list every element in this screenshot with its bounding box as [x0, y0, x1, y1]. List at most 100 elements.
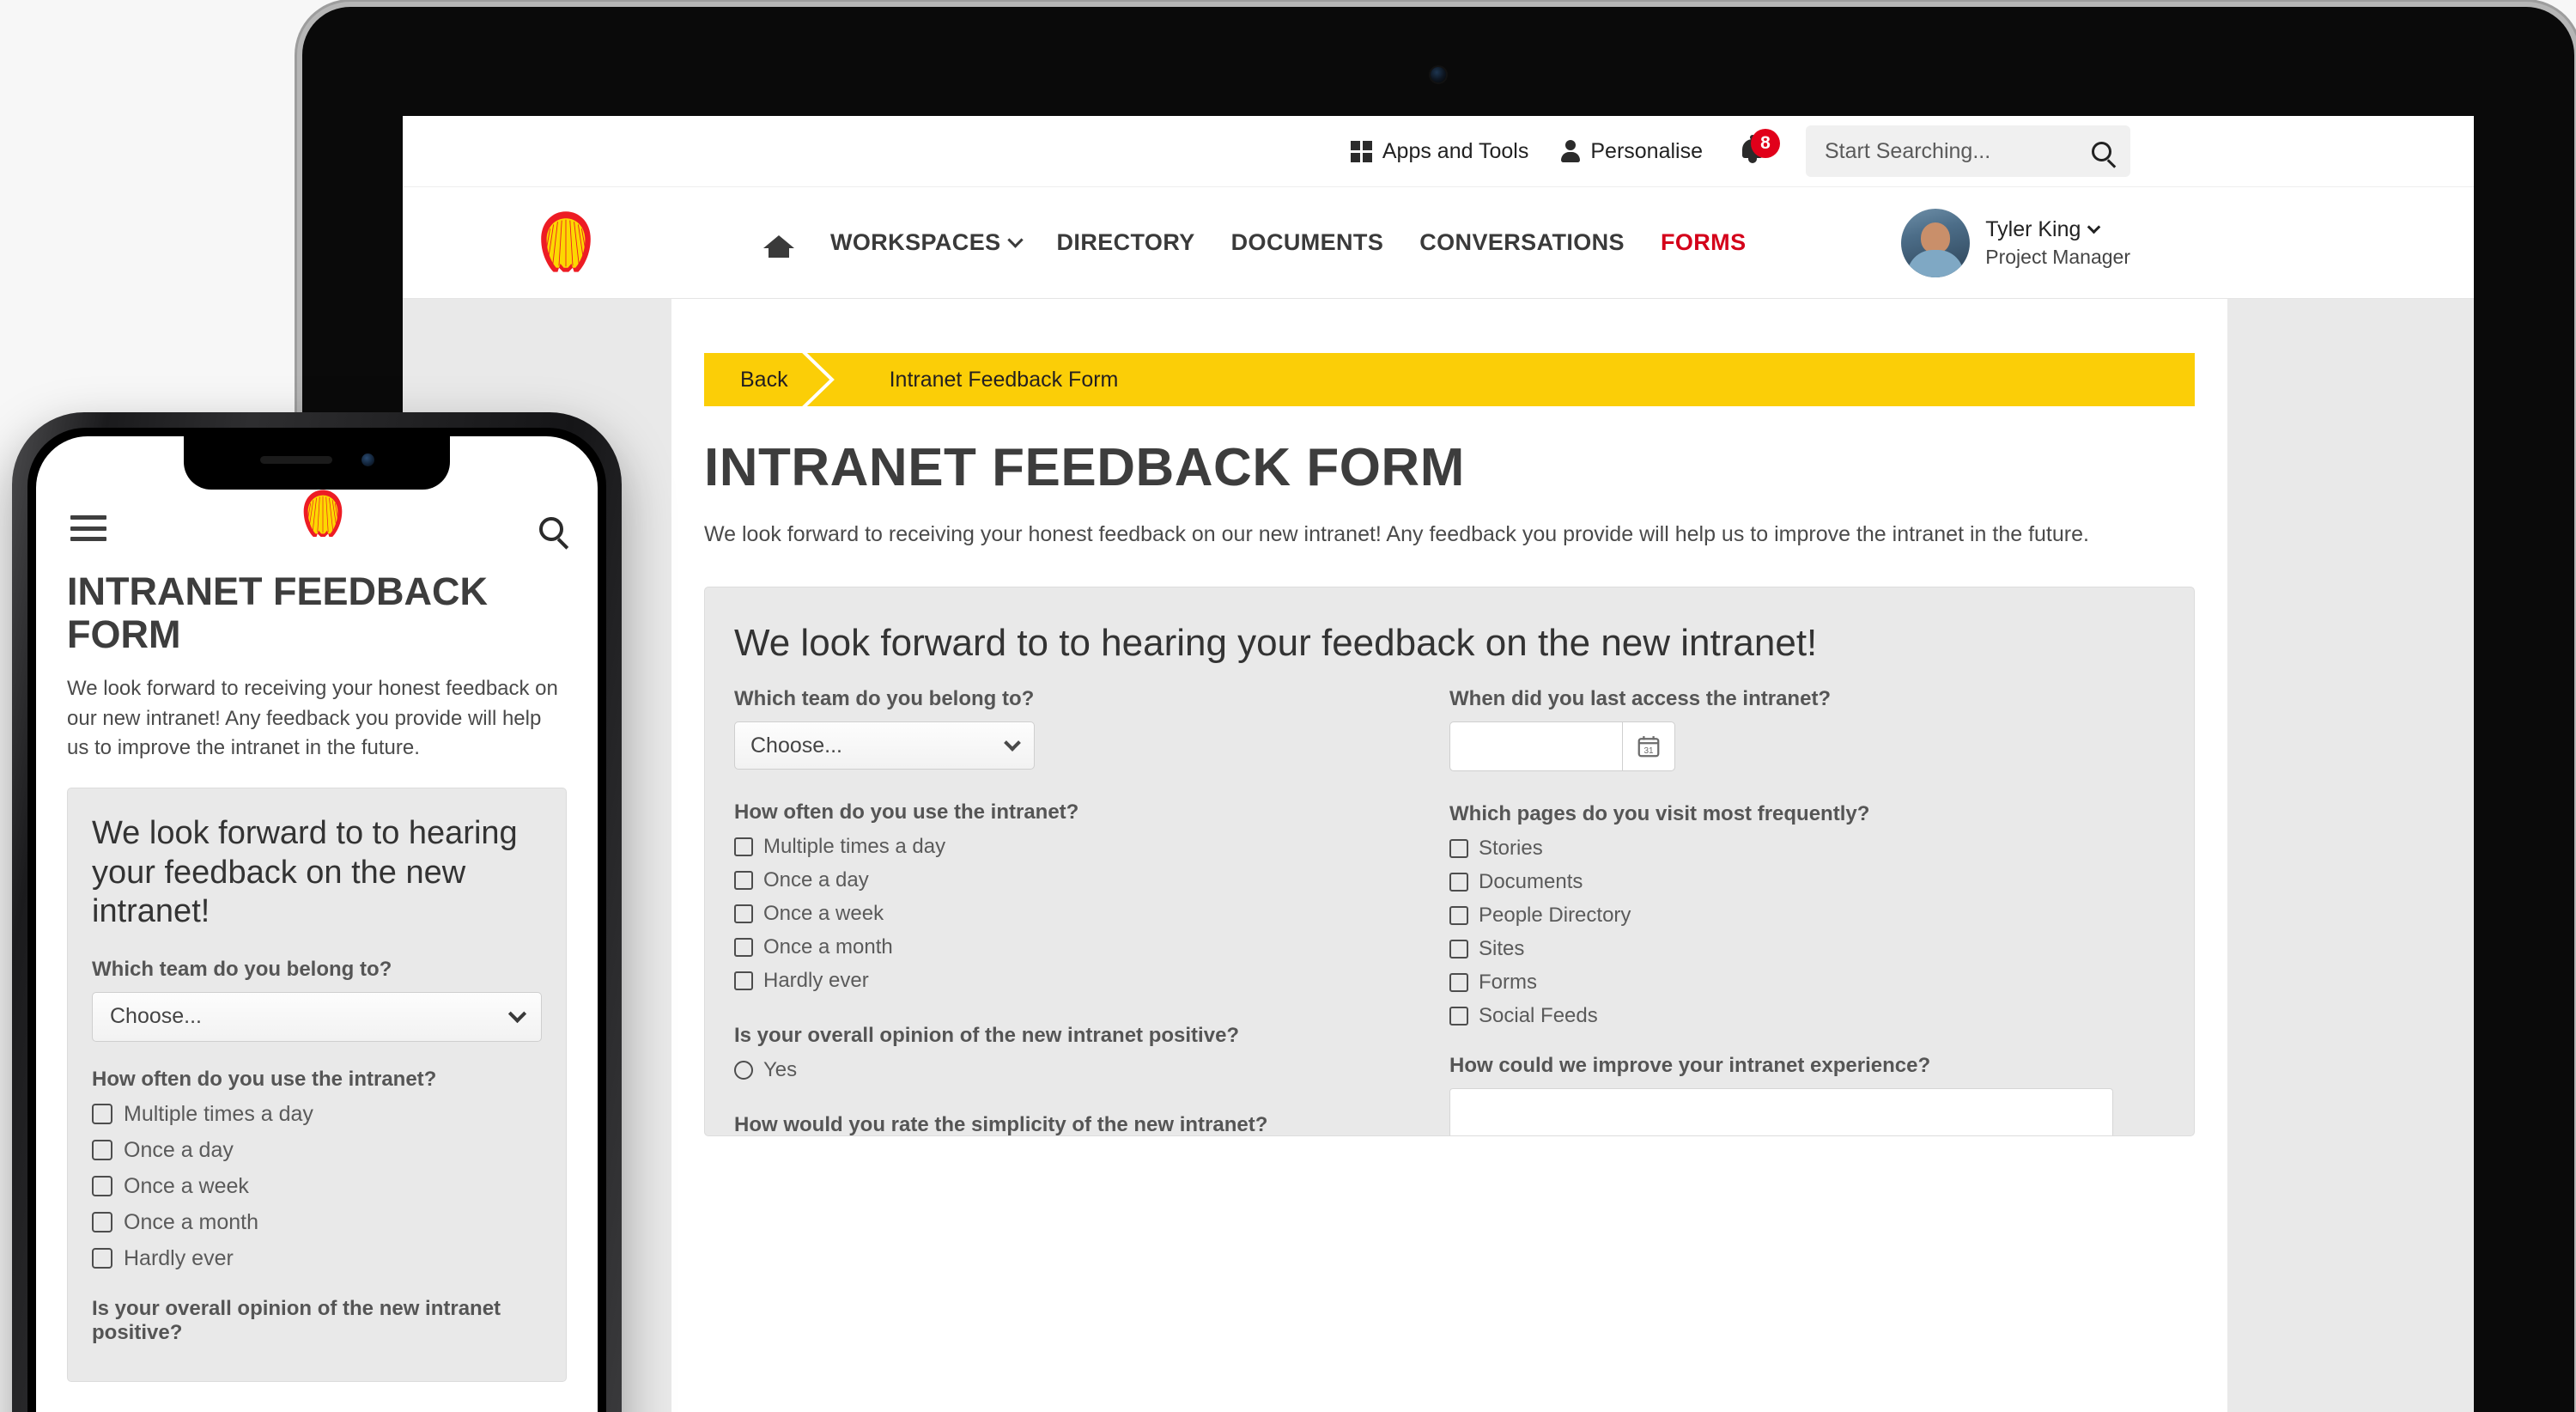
checkbox-row[interactable]: Stories	[1449, 837, 2113, 861]
checkbox-icon[interactable]	[734, 904, 753, 923]
checkbox-row[interactable]: Hardly ever	[734, 969, 1398, 993]
mobile-label-opinion: Is your overall opinion of the new intra…	[92, 1296, 501, 1344]
checkbox-label: People Directory	[1479, 904, 1631, 927]
checkbox-icon[interactable]	[92, 1212, 112, 1233]
checkbox-label: Multiple times a day	[124, 1101, 313, 1126]
user-name: Tyler King	[1985, 216, 2081, 241]
checkbox-icon[interactable]	[92, 1248, 112, 1269]
checkbox-label: Documents	[1479, 870, 1583, 893]
hamburger-menu-icon[interactable]	[70, 515, 106, 541]
checkbox-row[interactable]: Sites	[1449, 937, 2113, 961]
checkbox-row[interactable]: Multiple times a day	[92, 1102, 542, 1127]
personalise-button[interactable]: Personalise	[1561, 139, 1703, 164]
checkbox-row[interactable]: Once a month	[92, 1210, 542, 1235]
mobile-form-heading: We look forward to to hearing your feedb…	[92, 815, 518, 930]
mobile-label-team: Which team do you belong to?	[92, 957, 392, 981]
form-heading: We look forward to to hearing your feedb…	[734, 622, 1818, 664]
nav-link-documents[interactable]: DOCUMENTS	[1231, 229, 1384, 256]
checkbox-label: Once a month	[763, 935, 893, 959]
checkbox-label: Once a day	[763, 868, 869, 892]
home-icon[interactable]	[763, 228, 794, 258]
notifications-badge: 8	[1751, 129, 1780, 158]
checkbox-row[interactable]: Once a day	[92, 1138, 542, 1163]
checkbox-label: Social Feeds	[1479, 1004, 1598, 1027]
radio-icon[interactable]	[734, 1061, 753, 1080]
main-navigation: WORKSPACES DIRECTORY DOCUMENTS CONVERSAT…	[403, 187, 2474, 299]
checkbox-row[interactable]: Once a week	[734, 902, 1398, 926]
chevron-down-icon	[507, 1005, 527, 1024]
checkbox-row[interactable]: Forms	[1449, 971, 2113, 995]
checkbox-label: Hardly ever	[763, 969, 869, 992]
apps-grid-icon	[1350, 140, 1372, 162]
last-access-date-field[interactable]: 31	[1449, 721, 1675, 771]
label-pages: Which pages do you visit most frequently…	[1449, 802, 1870, 825]
checkbox-icon[interactable]	[1449, 1007, 1468, 1026]
checkbox-row[interactable]: Once a week	[92, 1174, 542, 1199]
checkbox-icon[interactable]	[734, 837, 753, 856]
nav-link-conversations[interactable]: CONVERSATIONS	[1419, 229, 1625, 256]
shell-logo-icon[interactable]	[532, 209, 600, 277]
checkbox-row[interactable]: Once a month	[734, 935, 1398, 959]
checkbox-row[interactable]: Social Feeds	[1449, 1004, 2113, 1028]
checkbox-icon[interactable]	[734, 971, 753, 990]
checkbox-icon[interactable]	[1449, 940, 1468, 959]
nav-link-directory[interactable]: DIRECTORY	[1057, 229, 1195, 256]
apps-and-tools-button[interactable]: Apps and Tools	[1350, 139, 1528, 164]
shell-logo-icon[interactable]	[296, 488, 349, 541]
person-icon	[1561, 140, 1581, 162]
mobile-page-intro: We look forward to receiving your honest…	[67, 676, 558, 760]
checkbox-icon[interactable]	[92, 1176, 112, 1197]
page-content: Back Intranet Feedback Form INTRANET FEE…	[671, 299, 2227, 1412]
tablet-screen: Apps and Tools Personalise 8 Start Searc…	[403, 116, 2474, 1412]
screenshot-stage: Apps and Tools Personalise 8 Start Searc…	[0, 0, 2576, 1412]
chevron-down-icon	[1006, 232, 1024, 248]
checkbox-icon[interactable]	[92, 1104, 112, 1125]
checkbox-icon[interactable]	[1449, 839, 1468, 858]
checkbox-icon[interactable]	[734, 938, 753, 957]
improve-textarea[interactable]	[1449, 1088, 2113, 1135]
checkbox-icon[interactable]	[1449, 973, 1468, 992]
checkbox-label: Once a day	[124, 1137, 234, 1162]
breadcrumb-back-link[interactable]: Back	[704, 368, 788, 393]
front-camera-icon	[361, 453, 374, 466]
utility-bar: Apps and Tools Personalise 8 Start Searc…	[403, 116, 2474, 187]
checkbox-row[interactable]: Once a day	[734, 868, 1398, 892]
search-icon[interactable]	[2092, 141, 2111, 161]
checkbox-label: Forms	[1479, 971, 1537, 994]
checkbox-label: Stories	[1479, 837, 1543, 860]
pages-checkbox-group: Stories Documents People Directory Sites…	[1449, 837, 2113, 1028]
checkbox-icon[interactable]	[1449, 906, 1468, 925]
mobile-frequency-checkbox-group: Multiple times a day Once a day Once a w…	[92, 1102, 542, 1271]
radio-label: Yes	[763, 1058, 798, 1081]
team-select[interactable]: Choose...	[734, 721, 1035, 770]
radio-row[interactable]: Yes	[734, 1058, 1398, 1082]
checkbox-icon[interactable]	[1449, 873, 1468, 892]
date-input[interactable]	[1449, 721, 1622, 771]
mobile-team-select[interactable]: Choose...	[92, 991, 542, 1042]
personalise-label: Personalise	[1590, 138, 1703, 163]
mobile-label-frequency: How often do you use the intranet?	[92, 1067, 437, 1091]
nav-link-forms[interactable]: FORMS	[1661, 229, 1747, 256]
checkbox-row[interactable]: People Directory	[1449, 904, 2113, 928]
user-name-row: Tyler King	[1985, 217, 2130, 242]
notifications-button[interactable]: 8	[1741, 129, 1780, 168]
form-column-left: Which team do you belong to? Choose... H…	[734, 687, 1449, 1135]
checkbox-row[interactable]: Multiple times a day	[734, 835, 1398, 859]
date-picker-button[interactable]: 31	[1622, 721, 1675, 771]
calendar-icon: 31	[1637, 736, 1660, 758]
page-title: INTRANET FEEDBACK FORM	[704, 438, 1465, 497]
nav-link-workspaces[interactable]: WORKSPACES	[830, 229, 1024, 256]
search-placeholder: Start Searching...	[1825, 138, 1991, 163]
phone-device-mockup: INTRANET FEEDBACK FORM We look forward t…	[12, 412, 622, 1412]
checkbox-icon[interactable]	[92, 1140, 112, 1161]
checkbox-label: Sites	[1479, 937, 1525, 960]
user-menu[interactable]: Tyler King Project Manager	[1901, 208, 2130, 277]
search-input[interactable]: Start Searching...	[1806, 125, 2130, 177]
label-improve: How could we improve your intranet exper…	[1449, 1054, 1931, 1077]
frequency-checkbox-group: Multiple times a day Once a day Once a w…	[734, 835, 1398, 993]
checkbox-icon[interactable]	[734, 871, 753, 890]
team-select-value: Choose...	[750, 733, 843, 758]
checkbox-row[interactable]: Hardly ever	[92, 1246, 542, 1271]
search-icon[interactable]	[539, 517, 563, 541]
checkbox-row[interactable]: Documents	[1449, 870, 2113, 894]
